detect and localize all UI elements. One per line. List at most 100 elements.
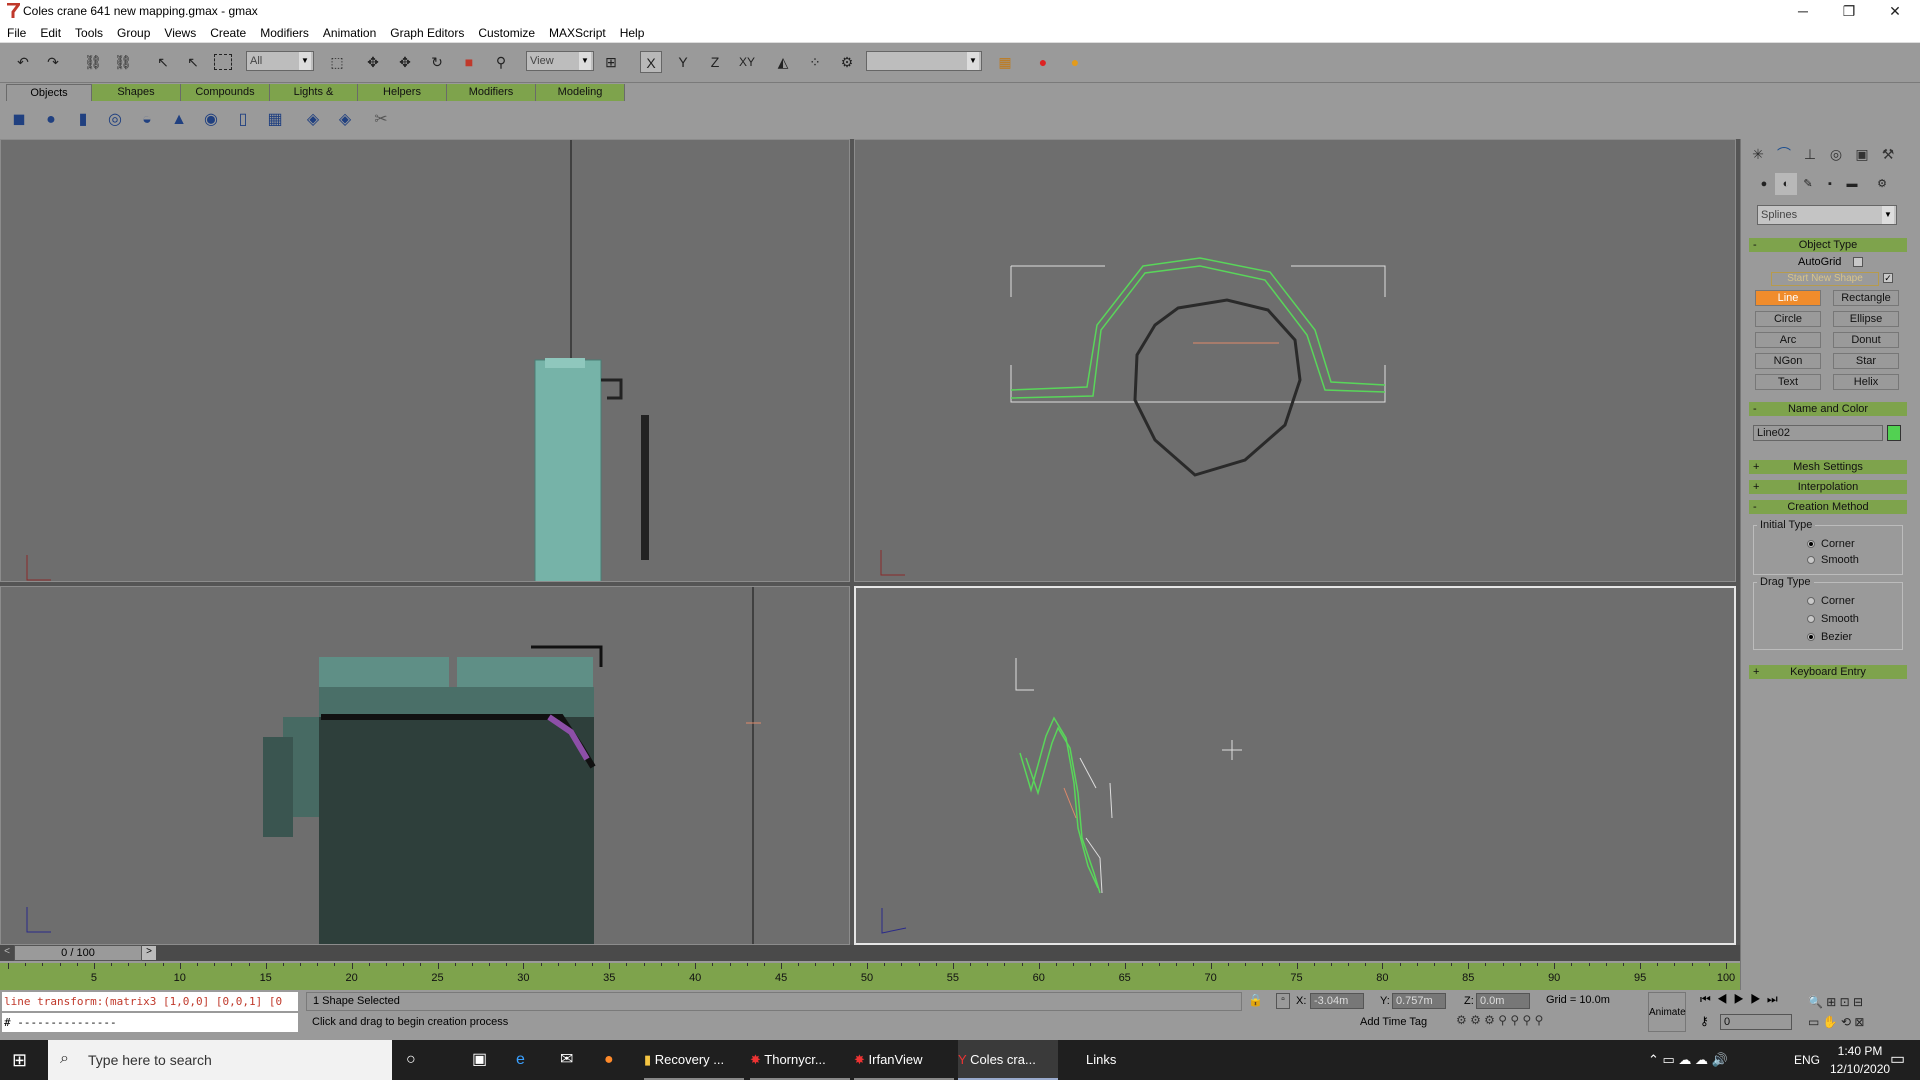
place-icon[interactable]: ⚲ bbox=[490, 51, 512, 73]
menu-edit[interactable]: Edit bbox=[33, 23, 68, 43]
restrict-z-button[interactable]: Z bbox=[704, 51, 726, 73]
text-button[interactable]: Text bbox=[1755, 374, 1821, 390]
menu-file[interactable]: File bbox=[0, 23, 33, 43]
hedra-icon[interactable]: ◈ bbox=[302, 109, 324, 131]
time-slider-thumb[interactable]: 0 / 100 bbox=[14, 945, 142, 961]
frame-ruler[interactable]: 5 10 15 20 25 30 35 40 45 50 55 60 65 70 75 80 85 90 95 100 bbox=[0, 963, 1740, 990]
taskbar-app-coles-crane[interactable]: Y Coles cra... bbox=[958, 1040, 1058, 1080]
link-icon[interactable]: ⛓ bbox=[82, 51, 104, 73]
move-icon[interactable]: ✥ bbox=[362, 51, 384, 73]
move-alt-icon[interactable]: ✥ bbox=[394, 51, 416, 73]
current-frame-field[interactable]: 0 bbox=[1720, 1014, 1792, 1030]
shapes-icon[interactable]: ◐ bbox=[1775, 173, 1797, 195]
drag-corner-radio[interactable]: Corner bbox=[1807, 595, 1855, 607]
hierarchy-panel-icon[interactable]: ⊥ bbox=[1799, 143, 1821, 165]
lock-selection-icon[interactable]: 🔒 bbox=[1248, 993, 1263, 1009]
time-prev-button[interactable]: < bbox=[0, 946, 14, 960]
modify-panel-icon[interactable]: ⌒ bbox=[1773, 143, 1795, 165]
menu-views[interactable]: Views bbox=[157, 23, 203, 43]
keyboard-entry-rollout[interactable]: + Keyboard Entry bbox=[1749, 665, 1907, 679]
maxscript-input[interactable]: # --------------- bbox=[2, 1013, 298, 1032]
cylinder-icon[interactable]: ▮ bbox=[72, 109, 94, 131]
geosphere-icon[interactable]: ◉ bbox=[200, 109, 222, 131]
x-coordinate-field[interactable]: -3.04m bbox=[1310, 993, 1364, 1009]
donut-button[interactable]: Donut bbox=[1833, 332, 1899, 348]
arc-button[interactable]: Arc bbox=[1755, 332, 1821, 348]
ellipse-button[interactable]: Ellipse bbox=[1833, 311, 1899, 327]
menu-animation[interactable]: Animation bbox=[316, 23, 383, 43]
start-new-shape-checkbox[interactable]: ✓ bbox=[1883, 273, 1893, 283]
unlink-icon[interactable]: ⛓ bbox=[112, 51, 134, 73]
select-icon[interactable]: ↖ bbox=[152, 51, 174, 73]
clock-date[interactable]: 12/10/2020 bbox=[1830, 1062, 1890, 1076]
edge-icon[interactable]: e bbox=[516, 1040, 540, 1080]
menu-create[interactable]: Create bbox=[203, 23, 253, 43]
mesh-settings-rollout[interactable]: + Mesh Settings bbox=[1749, 460, 1907, 474]
pivot-icon[interactable]: ⊞ bbox=[600, 51, 622, 73]
display-panel-icon[interactable]: ▣ bbox=[1851, 143, 1873, 165]
rect-selection-icon[interactable] bbox=[214, 54, 232, 70]
restore-button[interactable]: ❐ bbox=[1826, 0, 1872, 23]
key-mode-icon[interactable]: ⚷ bbox=[1700, 1014, 1714, 1030]
reference-coordinate-dropdown[interactable]: View bbox=[526, 51, 594, 71]
drag-bezier-radio[interactable]: Bezier bbox=[1807, 631, 1852, 643]
object-color-swatch[interactable] bbox=[1887, 425, 1901, 441]
add-time-tag-button[interactable]: Add Time Tag bbox=[1360, 1016, 1440, 1028]
circle-button[interactable]: Circle bbox=[1755, 311, 1821, 327]
windows-start-icon[interactable]: ⊞ bbox=[12, 1040, 42, 1080]
autogrid-checkbox[interactable] bbox=[1853, 257, 1863, 267]
rectangle-button[interactable]: Rectangle bbox=[1833, 290, 1899, 306]
tab-lights-cameras[interactable]: Lights & Cameras bbox=[270, 84, 358, 115]
menu-help[interactable]: Help bbox=[613, 23, 652, 43]
language-indicator[interactable]: ENG bbox=[1794, 1040, 1824, 1080]
material-editor-icon[interactable]: ▦ bbox=[994, 51, 1016, 73]
category-dropdown[interactable]: Splines bbox=[1757, 205, 1897, 225]
tab-modeling[interactable]: Modeling bbox=[536, 84, 625, 101]
render-icon[interactable]: ● bbox=[1032, 51, 1054, 73]
line-button[interactable]: Line bbox=[1755, 290, 1821, 306]
time-slider-track[interactable] bbox=[0, 945, 1740, 961]
y-coordinate-field[interactable]: 0.757m bbox=[1392, 993, 1446, 1009]
taskbar-links-toolbar[interactable]: Links bbox=[1086, 1040, 1146, 1080]
teapot-icon[interactable]: ◒ bbox=[136, 109, 158, 131]
quick-render-icon[interactable]: ● bbox=[1064, 51, 1086, 73]
utilities-panel-icon[interactable]: ⚒ bbox=[1877, 143, 1899, 165]
menu-tools[interactable]: Tools bbox=[68, 23, 110, 43]
motion-panel-icon[interactable]: ◎ bbox=[1825, 143, 1847, 165]
notification-icon[interactable]: ▭ bbox=[1890, 1040, 1914, 1080]
close-button[interactable]: ✕ bbox=[1872, 0, 1918, 23]
menu-graph-editors[interactable]: Graph Editors bbox=[383, 23, 471, 43]
scale-icon[interactable]: ■ bbox=[458, 51, 480, 73]
absolute-mode-icon[interactable]: ▫ bbox=[1276, 993, 1290, 1009]
box-icon[interactable]: ◼ bbox=[8, 109, 30, 131]
initial-corner-radio[interactable]: Corner bbox=[1807, 538, 1855, 550]
viewport-navigation-icons[interactable]: 🔍 ⊞ ⊡ ⊟ ▭ ✋ ⟲ ⊠ bbox=[1808, 992, 1920, 1032]
restrict-y-button[interactable]: Y bbox=[672, 51, 694, 73]
name-and-color-rollout[interactable]: - Name and Color bbox=[1749, 402, 1907, 416]
redo-icon[interactable]: ↷ bbox=[42, 51, 64, 73]
helix-button[interactable]: Helix bbox=[1833, 374, 1899, 390]
object-type-rollout[interactable]: - Object Type bbox=[1749, 238, 1907, 252]
taskbar-app-recovery[interactable]: ▮ Recovery ... bbox=[644, 1040, 744, 1080]
lights-icon[interactable]: ✎ bbox=[1797, 173, 1819, 195]
object-name-field[interactable]: Line02 bbox=[1753, 425, 1883, 441]
initial-smooth-radio[interactable]: Smooth bbox=[1807, 554, 1859, 566]
mail-icon[interactable]: ✉ bbox=[560, 1040, 584, 1080]
taskbar-search-box[interactable]: ⌕ Type here to search bbox=[48, 1040, 392, 1080]
z-coordinate-field[interactable]: 0.0m bbox=[1476, 993, 1530, 1009]
viewport-top[interactable] bbox=[0, 586, 850, 945]
restrict-x-button[interactable]: X bbox=[640, 51, 662, 73]
array-icon[interactable]: ⁘ bbox=[804, 51, 826, 73]
animate-button[interactable]: Animate bbox=[1648, 992, 1686, 1032]
menu-modifiers[interactable]: Modifiers bbox=[253, 23, 316, 43]
cortana-icon[interactable]: ○ bbox=[406, 1040, 426, 1080]
selection-filter-dropdown[interactable]: All bbox=[246, 51, 314, 71]
named-selection-dropdown[interactable] bbox=[866, 51, 982, 71]
firefox-icon[interactable]: ● bbox=[604, 1040, 628, 1080]
viewport-perspective[interactable] bbox=[854, 586, 1736, 945]
tube-icon[interactable]: ▯ bbox=[232, 109, 254, 131]
viewport-left[interactable] bbox=[0, 139, 850, 582]
playback-options-icons[interactable]: ⚙ ⚙ ⚙ ⚲ ⚲ ⚲ ⚲ bbox=[1456, 1013, 1626, 1033]
sphere-icon[interactable]: ● bbox=[40, 109, 62, 131]
select-and-link-icon[interactable]: ⬚ bbox=[326, 51, 348, 73]
